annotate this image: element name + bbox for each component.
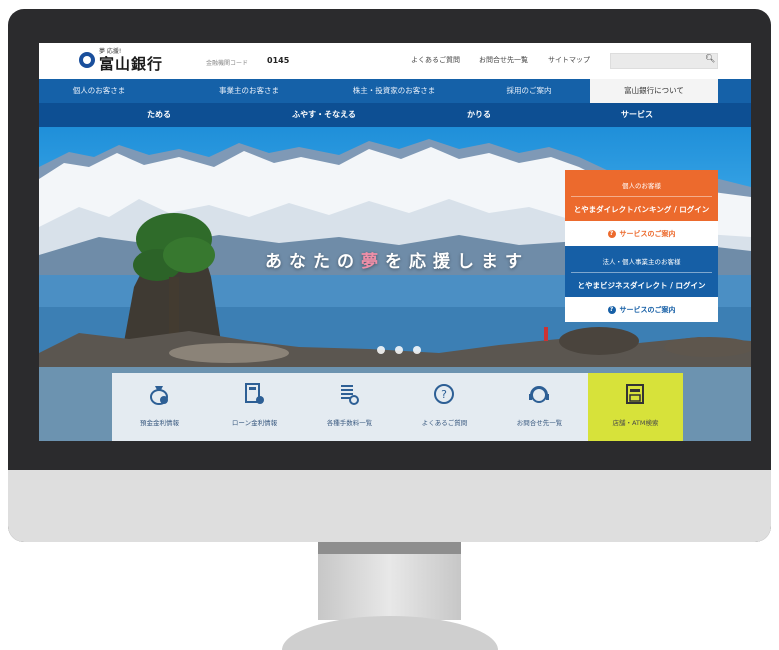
bank-logo-text[interactable]: 富山銀行	[99, 53, 163, 74]
quick-link-atm-search[interactable]: 店舗・ATM検索	[588, 373, 683, 441]
personal-login-box: 個人のお客様 とやまダイレクトバンキング / ログイン	[565, 170, 718, 221]
personal-login-button[interactable]: とやまダイレクトバンキング / ログイン	[565, 204, 718, 215]
quick-link-deposit-rates[interactable]: 預金金利情報	[112, 373, 207, 441]
nav-investors[interactable]: 株主・投資家のお客さま	[329, 79, 459, 103]
question-circle-icon: ?	[434, 384, 454, 404]
contact-link[interactable]: お問合せ先一覧	[479, 55, 528, 65]
money-bag-icon	[150, 386, 168, 405]
question-icon: ?	[607, 306, 616, 314]
faq-link[interactable]: よくあるご質問	[411, 55, 460, 65]
hero-tagline: あなたの夢を応援します	[265, 252, 529, 272]
sitemap-link[interactable]: サイトマップ	[548, 55, 590, 65]
bank-logo-icon[interactable]	[79, 52, 95, 68]
fee-list-icon	[341, 385, 359, 405]
quick-link-faq[interactable]: ? よくあるご質問	[397, 373, 492, 441]
quick-link-loan-rates[interactable]: ローン金利情報	[207, 373, 302, 441]
personal-service-link[interactable]: ? サービスのご案内	[565, 229, 718, 239]
headset-icon	[529, 386, 549, 403]
search-input[interactable]	[610, 53, 718, 69]
corporate-login-box: 法人・個人事業主のお客様 とやまビジネスダイレクト / ログイン	[565, 246, 718, 297]
bank-code: 0145	[267, 56, 290, 65]
search-icon[interactable]: 🔍︎	[705, 54, 715, 63]
carousel-dot-3[interactable]	[413, 346, 421, 354]
question-icon: ?	[607, 230, 616, 238]
personal-title: 個人のお客様	[622, 182, 661, 190]
quick-links-bar: 預金金利情報 ローン金利情報 各種手数料一覧 ? よくあるご質問 お問合せ先一覧…	[112, 373, 683, 441]
nav-recruit[interactable]: 採用のご案内	[479, 79, 579, 103]
corporate-login-button[interactable]: とやまビジネスダイレクト / ログイン	[565, 280, 718, 291]
bank-code-label: 金融機関コード	[206, 60, 249, 67]
subnav-borrow[interactable]: かりる	[429, 103, 529, 127]
personal-service-row: ? サービスのご案内	[565, 221, 718, 246]
carousel-dot-1[interactable]	[377, 346, 385, 354]
subnav-invest[interactable]: ふやす・そなえる	[269, 103, 379, 127]
corporate-title: 法人・個人事業主のお客様	[602, 258, 681, 266]
main-nav: 個人のお客さま 事業主のお客さま 株主・投資家のお客さま 採用のご案内 富山銀行…	[39, 79, 751, 103]
corporate-service-link[interactable]: ? サービスのご案内	[565, 305, 718, 315]
corporate-service-row: ? サービスのご案内	[565, 297, 718, 322]
atm-icon	[626, 384, 644, 404]
monitor-neck-shadow	[318, 542, 461, 554]
quick-link-fees[interactable]: 各種手数料一覧	[302, 373, 397, 441]
sub-nav: ためる ふやす・そなえる かりる サービス	[39, 103, 751, 127]
nav-business[interactable]: 事業主のお客さま	[199, 79, 299, 103]
svg-text:?: ?	[441, 388, 447, 401]
subnav-save[interactable]: ためる	[109, 103, 209, 127]
site-header: 夢 応援! 富山銀行 金融機関コード 0145 よくあるご質問 お問合せ先一覧 …	[39, 43, 751, 78]
nav-about[interactable]: 富山銀行について	[590, 79, 718, 103]
monitor-chin	[8, 470, 771, 542]
carousel-dot-2[interactable]	[395, 346, 403, 354]
browser-screen: 夢 応援! 富山銀行 金融機関コード 0145 よくあるご質問 お問合せ先一覧 …	[39, 43, 751, 441]
nav-personal[interactable]: 個人のお客さま	[39, 79, 159, 103]
calculator-icon	[245, 383, 264, 404]
monitor-stand-base	[282, 616, 498, 650]
quick-link-contacts[interactable]: お問合せ先一覧	[492, 373, 587, 441]
monitor-stand-neck	[318, 554, 461, 620]
subnav-services[interactable]: サービス	[587, 103, 687, 127]
